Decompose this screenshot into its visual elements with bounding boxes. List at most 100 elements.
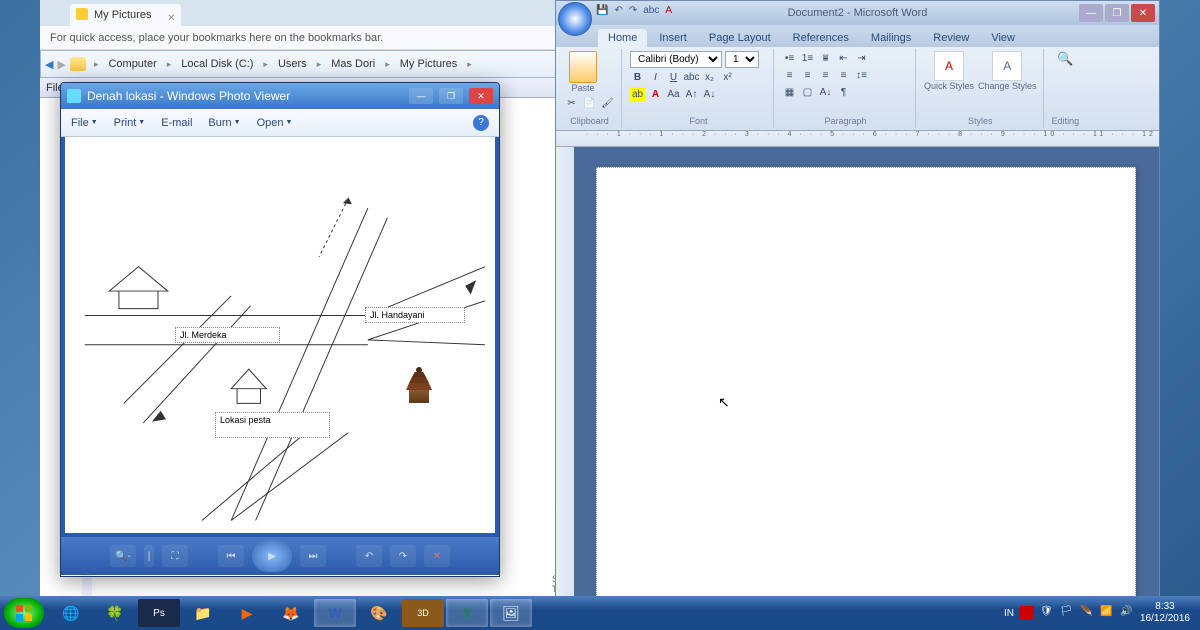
office-button[interactable] (558, 2, 592, 36)
sort-icon[interactable]: A↓ (818, 85, 833, 100)
superscript-icon[interactable]: x² (720, 70, 735, 85)
indent-inc-icon[interactable]: ⇥ (854, 51, 869, 66)
taskbar-photoviewer[interactable]: 🖼 (490, 599, 532, 627)
zoom-slider[interactable]: | (144, 545, 154, 567)
strike-icon[interactable]: abc (684, 70, 699, 85)
line-spacing-icon[interactable]: ↕≡ (854, 68, 869, 83)
taskbar-paint[interactable]: 🎨 (358, 599, 400, 627)
taskbar-explorer[interactable]: 📁 (182, 599, 224, 627)
subscript-icon[interactable]: x₂ (702, 70, 717, 85)
highlight-icon[interactable]: ab (630, 87, 645, 102)
redo-icon[interactable]: ↷ (629, 5, 637, 16)
breadcrumb[interactable]: ▸Computer ▸Local Disk (C:) ▸Users ▸Mas D… (90, 56, 476, 72)
horizontal-ruler[interactable]: · · · 1 · · · 1 · · · 2 · · · 3 · · · 4 … (556, 131, 1159, 147)
rotate-ccw-icon[interactable]: ↶ (356, 545, 382, 567)
tab-home[interactable]: Home (598, 29, 647, 47)
zoom-out-icon[interactable]: 🔍- (110, 545, 136, 567)
chrome-tab[interactable]: My Pictures ✕ (70, 4, 181, 26)
font-color-icon[interactable]: A (648, 87, 663, 102)
clear-format-icon[interactable]: Aa (666, 87, 681, 102)
bold-icon[interactable]: B (630, 70, 645, 85)
taskbar-word[interactable]: W (314, 599, 356, 627)
taskbar-excel[interactable]: X (446, 599, 488, 627)
cut-icon[interactable]: ✂ (564, 96, 579, 111)
document-page[interactable] (596, 167, 1136, 597)
tab-references[interactable]: References (783, 29, 859, 47)
tab-view[interactable]: View (981, 29, 1025, 47)
format-painter-icon[interactable]: 🖌 (600, 96, 615, 111)
minimize-button[interactable]: — (1079, 4, 1103, 22)
delete-icon[interactable]: ✕ (424, 545, 450, 567)
font-size-select[interactable]: 11 (725, 51, 759, 68)
ribbon: Paste ✂📄🖌 Clipboard Calibri (Body) 11 B … (556, 47, 1159, 131)
rotate-cw-icon[interactable]: ↷ (390, 545, 416, 567)
quick-styles-button[interactable]: A Quick Styles (924, 51, 974, 91)
align-left-icon[interactable]: ≡ (782, 68, 797, 83)
forward-icon[interactable]: ▶ (57, 58, 65, 71)
next-button[interactable]: ⏭ (300, 545, 326, 567)
vertical-ruler[interactable] (556, 147, 574, 599)
italic-icon[interactable]: I (648, 70, 663, 85)
tab-mailings[interactable]: Mailings (861, 29, 921, 47)
menu-open[interactable]: Open▼ (257, 117, 293, 129)
multilevel-icon[interactable]: ⩸ (818, 51, 833, 66)
font-color-icon[interactable]: A (665, 5, 672, 16)
back-icon[interactable]: ◀ (45, 58, 53, 71)
justify-icon[interactable]: ≡ (836, 68, 851, 83)
maximize-button[interactable]: ❐ (1105, 4, 1129, 22)
tray-clock[interactable]: 8:33 16/12/2016 (1140, 601, 1190, 625)
menu-burn[interactable]: Burn▼ (208, 117, 240, 129)
taskbar-3d[interactable]: 3D (402, 599, 444, 627)
save-icon[interactable]: 💾 (596, 5, 608, 16)
grow-font-icon[interactable]: A↑ (684, 87, 699, 102)
align-center-icon[interactable]: ≡ (800, 68, 815, 83)
numbering-icon[interactable]: 1≡ (800, 51, 815, 66)
show-marks-icon[interactable]: ¶ (836, 85, 851, 100)
spellcheck-icon[interactable]: abc (643, 5, 659, 16)
close-tab-icon[interactable]: ✕ (167, 8, 175, 30)
menu-email[interactable]: E-mail (161, 117, 192, 129)
maximize-button[interactable]: ❐ (439, 88, 463, 104)
undo-icon[interactable]: ↶ (614, 5, 622, 16)
shading-icon[interactable]: ▦ (782, 85, 797, 100)
start-button[interactable] (4, 598, 44, 628)
find-button[interactable]: 🔍 (1052, 51, 1080, 67)
tray-volume-icon[interactable]: 🔊 (1120, 606, 1134, 620)
fit-icon[interactable]: ⛶ (162, 545, 188, 567)
tray-flag-icon[interactable] (1020, 606, 1034, 620)
paste-button[interactable]: Paste (564, 51, 602, 93)
tray-feather-icon[interactable]: 🪶 (1080, 606, 1094, 620)
tab-insert[interactable]: Insert (649, 29, 697, 47)
minimize-button[interactable]: — (409, 88, 433, 104)
tab-page-layout[interactable]: Page Layout (699, 29, 781, 47)
indent-dec-icon[interactable]: ⇤ (836, 51, 851, 66)
close-button[interactable]: ✕ (469, 88, 493, 104)
change-styles-button[interactable]: A Change Styles (978, 51, 1037, 91)
taskbar-ie[interactable]: 🌐 (50, 599, 92, 627)
close-button[interactable]: ✕ (1131, 4, 1155, 22)
align-right-icon[interactable]: ≡ (818, 68, 833, 83)
taskbar-clover[interactable]: 🍀 (94, 599, 136, 627)
photo-viewer-window: Denah lokasi - Windows Photo Viewer — ❐ … (60, 82, 500, 577)
copy-icon[interactable]: 📄 (582, 96, 597, 111)
font-name-select[interactable]: Calibri (Body) (630, 51, 722, 68)
tray-shield-icon[interactable]: 🛡 (1040, 606, 1054, 620)
slideshow-button[interactable]: ▶ (252, 540, 292, 572)
menu-print[interactable]: Print▼ (114, 117, 146, 129)
word-titlebar[interactable]: 💾 ↶ ↷ abc A Document2 - Microsoft Word —… (556, 1, 1159, 25)
underline-icon[interactable]: U (666, 70, 681, 85)
taskbar-media[interactable]: ▶ (226, 599, 268, 627)
tab-review[interactable]: Review (923, 29, 979, 47)
menu-file[interactable]: File▼ (71, 117, 98, 129)
tray-action-icon[interactable]: 🏳 (1060, 606, 1074, 620)
tray-network-icon[interactable]: 📶 (1100, 606, 1114, 620)
borders-icon[interactable]: ▢ (800, 85, 815, 100)
taskbar-firefox[interactable]: 🦊 (270, 599, 312, 627)
shrink-font-icon[interactable]: A↓ (702, 87, 717, 102)
pv-titlebar[interactable]: Denah lokasi - Windows Photo Viewer — ❐ … (61, 83, 499, 109)
bullets-icon[interactable]: •≡ (782, 51, 797, 66)
prev-button[interactable]: ⏮ (218, 545, 244, 567)
tray-lang[interactable]: IN (1004, 608, 1014, 619)
help-icon[interactable]: ? (473, 115, 489, 131)
taskbar-photoshop[interactable]: Ps (138, 599, 180, 627)
